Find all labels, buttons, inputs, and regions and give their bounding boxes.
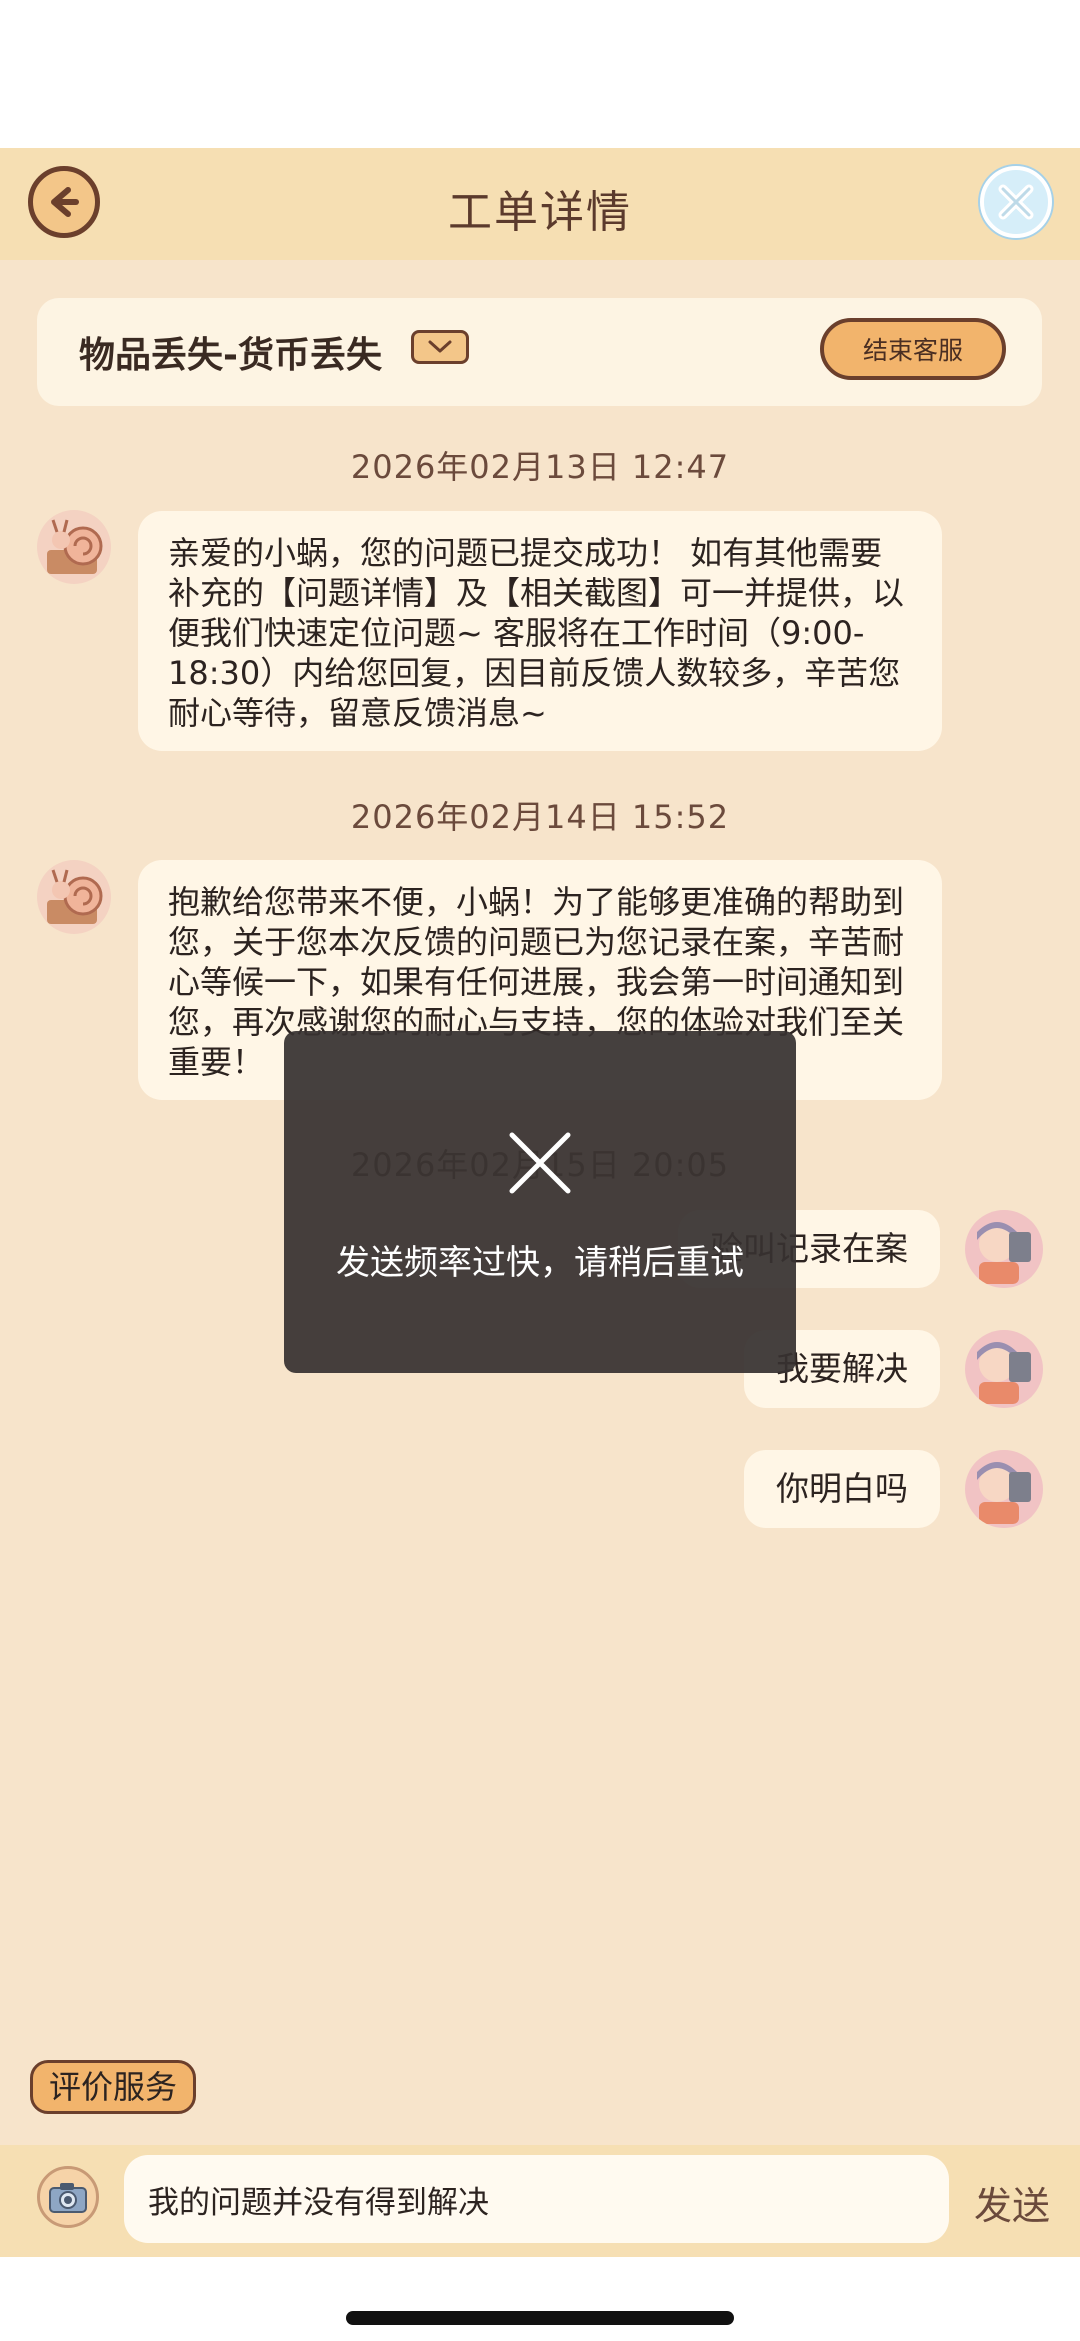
ticket-dropdown-toggle[interactable] — [411, 330, 469, 364]
close-icon — [998, 184, 1034, 220]
app-screen: 工单详情 物品丢失-货币丢失 结束客服 2026年02月13日 12:47 亲爱… — [0, 0, 1080, 2341]
agent-avatar — [37, 510, 111, 584]
user-character-icon — [977, 1222, 1031, 1284]
page-title: 工单详情 — [448, 187, 632, 238]
ticket-title: 物品丢失-货币丢失 — [79, 335, 382, 376]
send-button[interactable]: 发送 — [974, 2175, 1050, 2230]
toast-message: 发送频率过快，请稍后重试 — [336, 1243, 744, 1283]
user-avatar — [965, 1450, 1043, 1528]
user-avatar — [965, 1210, 1043, 1288]
home-indicator — [346, 2311, 734, 2325]
message-timestamp: 2026年02月13日 12:47 — [350, 448, 730, 486]
x-mark-icon — [509, 1132, 571, 1194]
snail-icon — [47, 519, 103, 574]
close-button[interactable] — [980, 166, 1052, 238]
end-service-button[interactable]: 结束客服 — [820, 318, 1006, 380]
camera-icon — [49, 2183, 87, 2213]
ticket-header-card: 物品丢失-货币丢失 结束客服 — [37, 298, 1042, 406]
rate-service-button[interactable]: 评价服务 — [30, 2060, 197, 2114]
message-timestamp: 2026年02月14日 15:52 — [350, 798, 730, 836]
agent-message-bubble: 亲爱的小蜗，您的问题已提交成功！ 如有其他需要补充的【问题详情】及【相关截图】可… — [138, 511, 942, 751]
snail-icon — [47, 869, 103, 924]
user-character-icon — [977, 1462, 1031, 1524]
user-message-bubble: 你明白吗 — [744, 1450, 940, 1528]
status-bar-area — [0, 0, 1080, 148]
message-input[interactable] — [124, 2155, 949, 2243]
chevron-down-icon — [428, 340, 452, 353]
error-toast: 发送频率过快，请稍后重试 — [284, 1031, 796, 1373]
bottom-safe-area — [0, 2257, 1080, 2341]
message-input-bar: 发送 — [0, 2145, 1080, 2257]
user-character-icon — [977, 1342, 1031, 1404]
agent-avatar — [37, 860, 111, 934]
user-avatar — [965, 1330, 1043, 1408]
camera-button[interactable] — [37, 2166, 99, 2228]
header-bar: 工单详情 — [0, 148, 1080, 260]
